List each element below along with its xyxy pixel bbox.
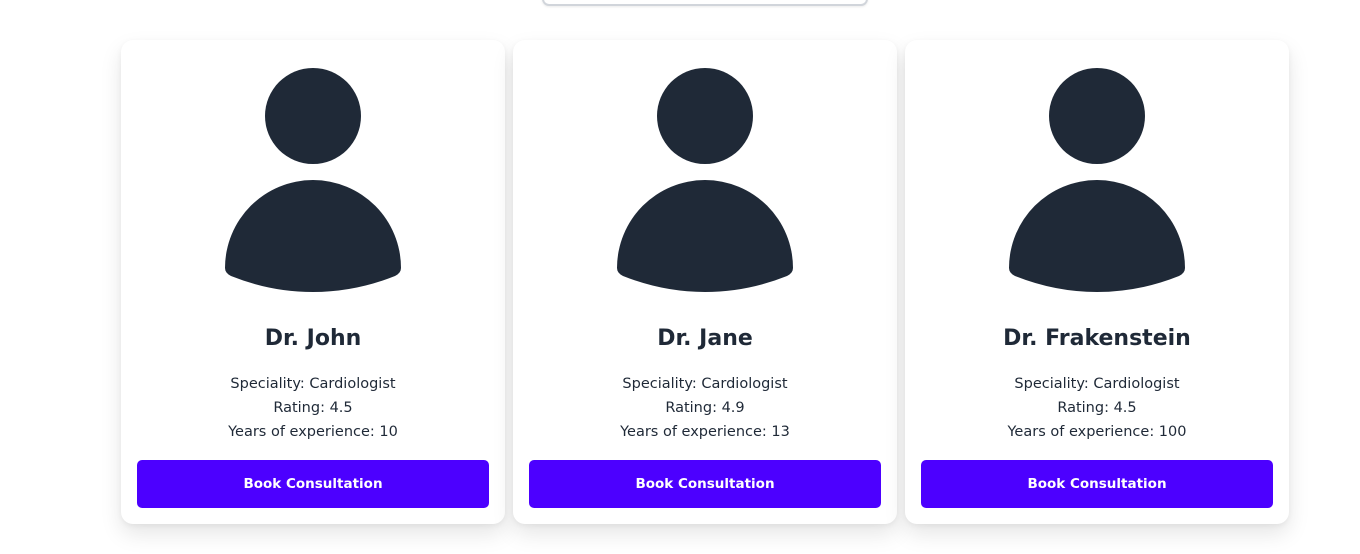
doctor-experience: Years of experience: 100 [1007,424,1187,440]
user-avatar-icon [225,68,401,292]
doctor-speciality: Speciality: Cardiologist [1014,376,1180,392]
page: Dr. John Speciality: Cardiologist Rating… [0,0,1360,554]
user-avatar-icon [1009,68,1185,292]
doctor-details: Speciality: Cardiologist Rating: 4.9 Yea… [620,372,790,444]
doctor-speciality: Speciality: Cardiologist [230,376,396,392]
doctor-experience: Years of experience: 13 [620,424,790,440]
doctor-card-jane: Dr. Jane Speciality: Cardiologist Rating… [513,40,897,524]
doctor-details: Speciality: Cardiologist Rating: 4.5 Yea… [1008,372,1187,444]
doctor-name: Dr. Jane [657,326,753,351]
doctor-name: Dr. Frakenstein [1003,326,1191,351]
doctor-rating: Rating: 4.5 [1057,400,1137,416]
doctor-card-john: Dr. John Speciality: Cardiologist Rating… [121,40,505,524]
doctor-card-frakenstein: Dr. Frakenstein Speciality: Cardiologist… [905,40,1289,524]
book-consultation-button[interactable]: Book Consultation [921,460,1273,508]
doctor-cards: Dr. John Speciality: Cardiologist Rating… [121,40,1289,524]
book-consultation-button[interactable]: Book Consultation [529,460,881,508]
doctor-details: Speciality: Cardiologist Rating: 4.5 Yea… [228,372,398,444]
doctor-name: Dr. John [264,326,362,351]
doctor-rating: Rating: 4.5 [273,400,353,416]
doctor-experience: Years of experience: 10 [228,424,398,440]
user-avatar-icon [617,68,793,292]
book-consultation-button[interactable]: Book Consultation [137,460,489,508]
doctor-speciality: Speciality: Cardiologist [622,376,788,392]
search-input[interactable] [542,0,868,6]
doctor-rating: Rating: 4.9 [665,400,745,416]
